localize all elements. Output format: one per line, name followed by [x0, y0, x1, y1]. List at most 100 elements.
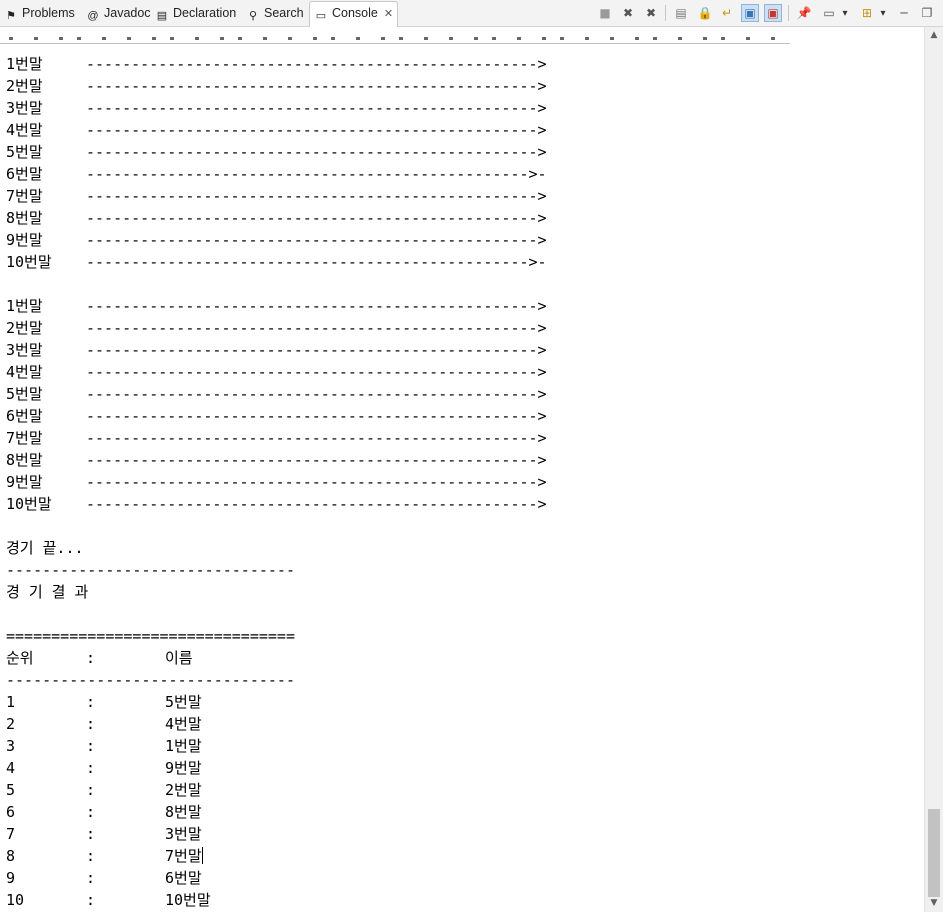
- maximize-icon[interactable]: ❐: [918, 4, 936, 22]
- colon-separator: :: [86, 737, 96, 755]
- tab-label: Console: [332, 6, 378, 20]
- vertical-scrollbar[interactable]: ▲ ▼: [924, 27, 943, 912]
- horse-track: ----------------------------------------…: [86, 451, 547, 469]
- horse-track: ----------------------------------------…: [86, 253, 547, 271]
- horse-track: ----------------------------------------…: [86, 121, 547, 139]
- pin-console-icon[interactable]: 📌: [795, 4, 813, 22]
- colon-separator: :: [86, 781, 96, 799]
- scroll-up-icon[interactable]: ▲: [925, 27, 943, 44]
- tab-problems[interactable]: ⚑ Problems: [4, 2, 75, 25]
- horse-track: ----------------------------------------…: [86, 165, 547, 183]
- text-cursor: [201, 847, 203, 864]
- view-tab-bar: ⚑ Problems @ Javadoc ▤ Declaration ⚲ Search ▭ Con…: [0, 0, 943, 28]
- horse-label: 7번말: [6, 187, 43, 205]
- result-name: 7번말: [165, 847, 203, 865]
- dash-divider: --------------------------------: [6, 561, 295, 579]
- declaration-icon: ▤: [156, 10, 168, 22]
- result-name: 1번말: [165, 737, 202, 755]
- colon-separator: :: [86, 649, 96, 667]
- display-console-icon[interactable]: ▭: [820, 4, 838, 22]
- horse-track: ----------------------------------------…: [86, 187, 547, 205]
- horse-label: 1번말: [6, 55, 43, 73]
- horse-track: ----------------------------------------…: [86, 209, 547, 227]
- horse-label: 7번말: [6, 429, 43, 447]
- colon-separator: :: [86, 759, 96, 777]
- horse-track: ----------------------------------------…: [86, 77, 547, 95]
- tab-label: Declaration: [173, 6, 237, 20]
- horse-label: 3번말: [6, 99, 43, 117]
- rank-header: 순위: [6, 649, 34, 667]
- tab-declaration[interactable]: ▤ Declaration: [155, 2, 236, 25]
- result-rank: 3: [6, 737, 16, 755]
- console-output[interactable]: 1번말 -------------------------------------…: [0, 27, 924, 912]
- toolbar-separator: [665, 5, 666, 21]
- scroll-lock-icon[interactable]: 🔒: [696, 4, 714, 22]
- colon-separator: :: [86, 715, 96, 733]
- display-console-dropdown-icon[interactable]: ▾: [840, 4, 850, 22]
- result-name: 6번말: [165, 869, 202, 887]
- remove-launch-icon[interactable]: ✖: [619, 4, 637, 22]
- horse-label: 10번말: [6, 495, 52, 513]
- result-rank: 10: [6, 891, 25, 909]
- horse-label: 5번말: [6, 385, 43, 403]
- terminate-icon[interactable]: ■: [596, 4, 614, 22]
- open-console-icon[interactable]: ⊞: [858, 4, 876, 22]
- minimize-icon[interactable]: ─: [895, 4, 913, 22]
- horse-label: 4번말: [6, 363, 43, 381]
- open-console-dropdown-icon[interactable]: ▾: [878, 4, 888, 22]
- result-name: 9번말: [165, 759, 202, 777]
- horse-track: ----------------------------------------…: [86, 473, 547, 491]
- horse-track: ----------------------------------------…: [86, 429, 547, 447]
- result-name: 8번말: [165, 803, 202, 821]
- result-rank: 7: [6, 825, 16, 843]
- result-rank: 9: [6, 869, 16, 887]
- colon-separator: :: [86, 803, 96, 821]
- word-wrap-icon[interactable]: ↵: [718, 4, 736, 22]
- colon-separator: :: [86, 825, 96, 843]
- dash-divider: --------------------------------: [6, 671, 295, 689]
- game-over-text: 경기 끝...: [6, 539, 84, 557]
- scroll-down-icon[interactable]: ▼: [925, 895, 943, 912]
- result-rank: 2: [6, 715, 16, 733]
- result-rank: 8: [6, 847, 16, 865]
- horse-track: ----------------------------------------…: [86, 99, 547, 117]
- tab-javadoc[interactable]: @ Javadoc: [86, 2, 150, 25]
- colon-separator: :: [86, 847, 96, 865]
- tab-console[interactable]: ▭ Console ✕: [309, 1, 399, 28]
- remove-all-terminated-icon[interactable]: ✖: [642, 4, 660, 22]
- horse-label: 8번말: [6, 209, 43, 227]
- horse-track: ----------------------------------------…: [86, 297, 547, 315]
- horse-track: ----------------------------------------…: [86, 231, 547, 249]
- result-name: 10번말: [165, 891, 211, 909]
- horse-label: 6번말: [6, 407, 43, 425]
- close-icon[interactable]: ✕: [384, 8, 393, 20]
- result-name: 3번말: [165, 825, 202, 843]
- tab-search[interactable]: ⚲ Search: [246, 2, 304, 25]
- horse-label: 3번말: [6, 341, 43, 359]
- javadoc-icon: @: [87, 10, 99, 22]
- show-on-stderr-icon[interactable]: ▣: [764, 4, 782, 22]
- show-on-stdout-icon[interactable]: ▣: [741, 4, 759, 22]
- horse-label: 2번말: [6, 319, 43, 337]
- horse-label: 10번말: [6, 253, 52, 271]
- problems-icon: ⚑: [6, 10, 16, 22]
- result-name: 2번말: [165, 781, 202, 799]
- console-icon: ▭: [315, 10, 327, 22]
- horse-track: ----------------------------------------…: [86, 363, 547, 381]
- colon-separator: :: [86, 693, 96, 711]
- clear-console-icon[interactable]: ▤: [672, 4, 690, 22]
- horse-track: ----------------------------------------…: [86, 385, 547, 403]
- colon-separator: :: [86, 869, 96, 887]
- toolbar-separator: [788, 5, 789, 21]
- horse-label: 1번말: [6, 297, 43, 315]
- tab-label: Problems: [22, 6, 75, 20]
- horse-track: ----------------------------------------…: [86, 341, 547, 359]
- horse-label: 9번말: [6, 473, 43, 491]
- result-rank: 1: [6, 693, 16, 711]
- result-rank: 5: [6, 781, 16, 799]
- result-rank: 6: [6, 803, 16, 821]
- scrollbar-thumb[interactable]: [928, 809, 940, 897]
- result-name: 5번말: [165, 693, 202, 711]
- result-rank: 4: [6, 759, 16, 777]
- clipped-output-line: [0, 31, 790, 44]
